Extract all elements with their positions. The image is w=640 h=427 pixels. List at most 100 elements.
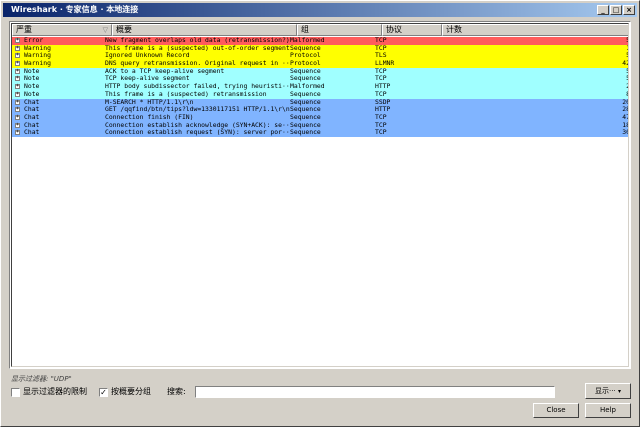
table-row[interactable]: + Note ACK to a TCP keep-alive segment Sequ… <box>12 67 628 76</box>
protocol-cell: TCP <box>375 121 387 129</box>
table-row[interactable]: + Chat GET /qqfind/btn/tips?ldw=1330117151… <box>12 106 628 114</box>
table-row[interactable]: + Warning DNS query retransmission. Origin… <box>12 60 628 68</box>
protocol-cell: TCP <box>375 129 387 137</box>
count-cell: 42 <box>622 60 628 68</box>
expand-plus-icon[interactable]: + <box>15 68 20 74</box>
title-bar[interactable]: Wireshark · 专家信息 · 本地连接 _ □ × <box>3 3 637 17</box>
expand-plus-icon[interactable]: + <box>15 130 20 136</box>
table-row[interactable]: + Error New fragment overlaps old data (re… <box>12 37 628 45</box>
show-dropdown-button[interactable]: 显示··· ▾ <box>585 383 631 399</box>
summary-cell: DNS query retransmission. Original reque… <box>105 60 290 68</box>
table-row[interactable]: + Chat Connection establish acknowledge (S… <box>12 121 628 130</box>
count-cell: 28 <box>622 106 628 114</box>
summary-cell: Connection establish request (SYN): serv… <box>105 129 290 137</box>
group-by-summary-checkbox[interactable]: ✓ <box>99 388 108 397</box>
table-row[interactable]: + Note HTTP body subdissector failed, tryi… <box>12 83 628 91</box>
column-header-bar: 严重 ▽ 概要 组 协议 计数 <box>12 24 628 36</box>
protocol-cell: TCP <box>375 113 387 121</box>
column-header-group[interactable]: 组 <box>297 24 382 36</box>
window-title: Wireshark · 专家信息 · 本地连接 <box>11 5 139 14</box>
expand-plus-icon[interactable]: + <box>15 38 20 43</box>
count-cell: 1 <box>435 45 628 53</box>
summary-cell: This frame is a (suspected) retransmissi… <box>105 90 267 98</box>
summary-cell: Connection finish (FIN) <box>105 113 194 121</box>
summary-cell: M-SEARCH * HTTP/1.1\r\n <box>105 98 194 106</box>
count-cell: 5 <box>435 52 628 60</box>
expand-plus-icon[interactable]: + <box>15 107 20 113</box>
table-row[interactable]: + Chat M-SEARCH * HTTP/1.1\r\n Sequence SSDP… <box>12 98 628 107</box>
group-cell: Sequence <box>290 121 321 129</box>
table-row[interactable]: + Warning Ignored Unknown Record Protocol TL… <box>12 52 628 61</box>
severity-cell: Warning <box>24 44 51 52</box>
count-cell: 5 <box>435 37 628 45</box>
maximize-button[interactable]: □ <box>610 5 622 15</box>
severity-cell: Warning <box>24 52 51 60</box>
expand-plus-icon[interactable]: + <box>15 122 20 128</box>
protocol-cell: TLS <box>375 52 387 60</box>
group-cell: Sequence <box>290 106 321 114</box>
group-by-summary-label: 按概要分组 <box>111 387 151 396</box>
count-cell: 2 <box>435 83 628 91</box>
group-cell: Sequence <box>290 75 321 83</box>
protocol-cell: SSDP <box>375 98 391 106</box>
group-cell: Sequence <box>290 129 321 137</box>
group-cell: Sequence <box>290 90 321 98</box>
summary-cell: This frame is a (suspected) out-of-order… <box>105 44 290 52</box>
severity-cell: Chat <box>24 129 40 137</box>
group-cell: Sequence <box>290 44 321 52</box>
expand-plus-icon[interactable]: + <box>15 84 20 90</box>
protocol-cell: LLMNR <box>375 60 395 68</box>
severity-cell: Note <box>24 75 40 83</box>
column-header-protocol[interactable]: 协议 <box>382 24 442 36</box>
group-cell: Sequence <box>290 67 321 75</box>
severity-cell: Chat <box>24 106 40 114</box>
summary-cell: ACK to a TCP keep-alive segment <box>105 67 225 75</box>
expand-plus-icon[interactable]: + <box>15 91 20 97</box>
table-row[interactable]: + Warning This frame is a (suspected) out-… <box>12 44 628 53</box>
severity-cell: Note <box>24 83 40 91</box>
close-button[interactable]: Close <box>533 403 579 418</box>
severity-cell: Note <box>24 67 40 75</box>
display-filter-label: 显示过滤器: "UDP" <box>11 375 72 383</box>
expand-plus-icon[interactable]: + <box>15 53 20 59</box>
limit-to-filter-label: 显示过滤器的限制 <box>23 387 87 396</box>
count-cell: 47 <box>622 113 628 121</box>
minimize-button[interactable]: _ <box>597 5 609 15</box>
group-cell: Protocol <box>290 52 321 60</box>
severity-cell: Chat <box>24 113 40 121</box>
table-row[interactable]: + Chat Connection establish request (SYN):… <box>12 129 628 137</box>
column-header-summary[interactable]: 概要 <box>112 24 297 36</box>
expert-info-list[interactable]: 严重 ▽ 概要 组 协议 计数 + Error New fragment overl… <box>9 21 631 369</box>
expand-plus-icon[interactable]: + <box>15 114 20 120</box>
help-button[interactable]: Help <box>585 403 631 418</box>
table-row[interactable]: + Chat Connection finish (FIN) Sequence TCP 4… <box>12 113 628 122</box>
protocol-cell: TCP <box>375 75 387 83</box>
table-row[interactable]: + Note TCP keep-alive segment Sequence TCP 5 <box>12 75 628 84</box>
summary-cell: New fragment overlaps old data (retransm… <box>105 37 290 44</box>
protocol-cell: HTTP <box>375 106 391 114</box>
search-input[interactable] <box>195 386 555 398</box>
severity-cell: Note <box>24 90 40 98</box>
count-cell: 30 <box>622 129 628 137</box>
expand-plus-icon[interactable]: + <box>15 99 20 105</box>
severity-cell: Chat <box>24 121 40 129</box>
expand-plus-icon[interactable]: + <box>15 61 20 67</box>
expand-plus-icon[interactable]: + <box>15 45 20 51</box>
summary-cell: GET /qqfind/btn/tips?ldw=1330117151 HTTP… <box>105 106 290 114</box>
column-header-count[interactable]: 计数 <box>442 24 628 36</box>
summary-cell: HTTP body subdissector failed, trying he… <box>105 83 290 91</box>
column-header-severity[interactable]: 严重 ▽ <box>12 24 112 36</box>
close-window-button[interactable]: × <box>623 5 635 15</box>
expert-info-window: Wireshark · 专家信息 · 本地连接 _ □ × 严重 ▽ 概要 组 … <box>0 0 640 427</box>
table-row[interactable]: + Note This frame is a (suspected) retrans… <box>12 90 628 99</box>
count-cell: 20 <box>622 98 628 106</box>
limit-to-filter-checkbox[interactable] <box>11 388 20 397</box>
group-cell: Sequence <box>290 113 321 121</box>
summary-cell: Ignored Unknown Record <box>105 52 190 60</box>
expand-plus-icon[interactable]: + <box>15 76 20 82</box>
severity-cell: Error <box>24 37 44 44</box>
chevron-down-icon: ▾ <box>617 388 621 395</box>
protocol-cell: HTTP <box>375 83 391 91</box>
search-label: 搜索: <box>167 387 186 396</box>
group-cell: Malformed <box>290 37 325 44</box>
